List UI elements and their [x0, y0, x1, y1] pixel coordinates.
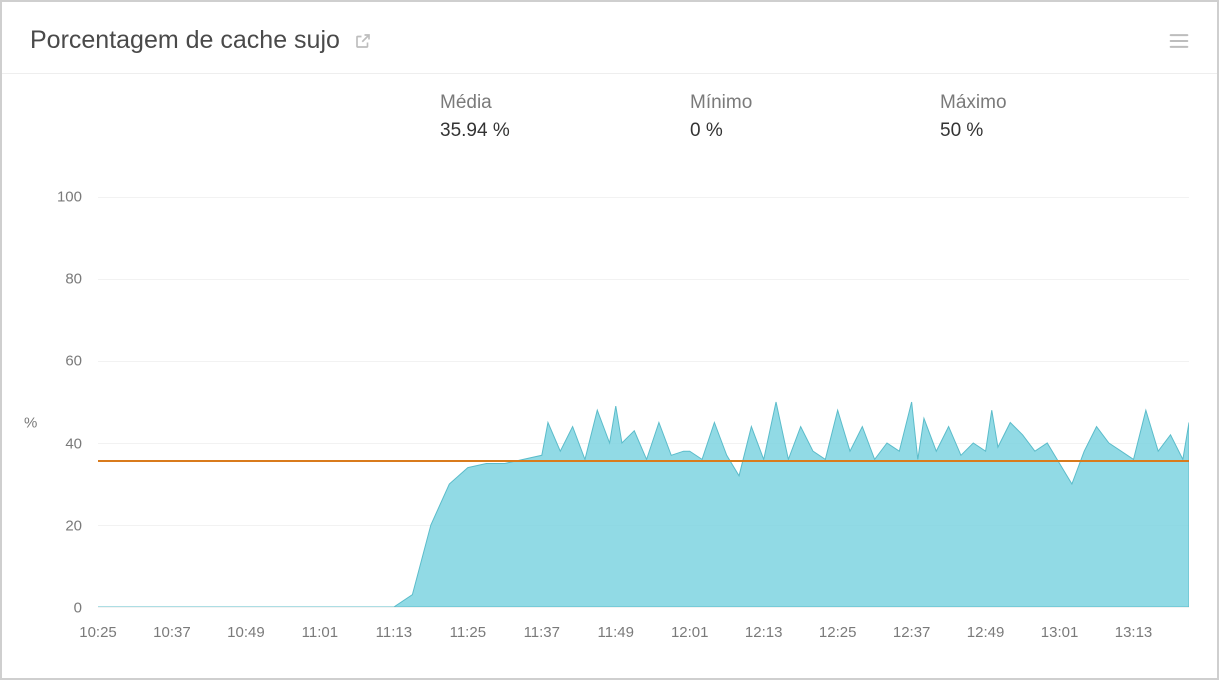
plot-area [98, 197, 1189, 608]
panel-title: Porcentagem de cache sujo [30, 26, 340, 55]
panel-header: Porcentagem de cache sujo [2, 2, 1217, 74]
stat-min-value: 0 % [690, 120, 940, 142]
x-axis: 10:2510:3710:4911:0111:1311:2511:3711:49… [98, 614, 1189, 648]
menu-icon[interactable] [1169, 33, 1189, 49]
stat-maximum: Máximo 50 % [940, 92, 1190, 142]
stat-average: Média 35.94 % [440, 92, 690, 142]
y-tick: 40 [65, 435, 82, 452]
x-tick: 13:01 [1041, 624, 1079, 641]
title-wrap: Porcentagem de cache sujo [30, 26, 372, 55]
x-tick: 10:37 [153, 624, 191, 641]
area-chart [98, 197, 1189, 607]
chart-container: % 020406080100 10:2510:3710:4911:0111:13… [30, 197, 1189, 648]
y-tick: 20 [65, 517, 82, 534]
x-tick: 13:13 [1115, 624, 1153, 641]
x-tick: 10:49 [227, 624, 265, 641]
popout-icon[interactable] [354, 32, 372, 50]
x-tick: 12:13 [745, 624, 783, 641]
y-tick: 100 [57, 189, 82, 206]
y-tick: 0 [74, 600, 82, 617]
stat-avg-value: 35.94 % [440, 120, 690, 142]
x-tick: 11:49 [598, 624, 634, 641]
stat-max-label: Máximo [940, 92, 1190, 114]
average-line [98, 460, 1189, 462]
y-tick: 80 [65, 271, 82, 288]
x-tick: 12:37 [893, 624, 931, 641]
chart-panel: Porcentagem de cache sujo Média 35.94 % … [0, 0, 1219, 680]
stat-min-label: Mínimo [690, 92, 940, 114]
x-tick: 12:01 [671, 624, 709, 641]
x-tick: 11:25 [450, 624, 486, 641]
stat-minimum: Mínimo 0 % [690, 92, 940, 142]
stats-row: Média 35.94 % Mínimo 0 % Máximo 50 % [2, 74, 1217, 152]
x-tick: 12:49 [967, 624, 1005, 641]
x-tick: 11:37 [524, 624, 560, 641]
stat-avg-label: Média [440, 92, 690, 114]
stat-max-value: 50 % [940, 120, 1190, 142]
x-tick: 11:13 [376, 624, 412, 641]
x-tick: 12:25 [819, 624, 857, 641]
y-axis: 020406080100 [30, 197, 90, 608]
x-tick: 11:01 [302, 624, 338, 641]
x-tick: 10:25 [79, 624, 117, 641]
y-tick: 60 [65, 353, 82, 370]
